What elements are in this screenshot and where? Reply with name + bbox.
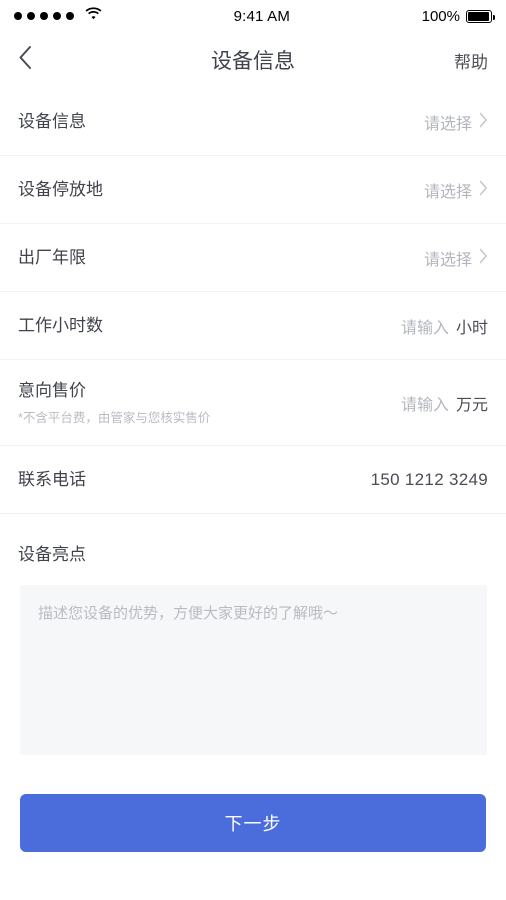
row-value-wrap: 150 1212 3249 [371,470,488,490]
submit-bar: 下一步 [0,794,506,852]
device-highlights-textarea[interactable]: 描述您设备的优势，方便大家更好的了解哦～ [20,585,487,755]
row-label: 出厂年限 [18,247,86,267]
device-highlights-label: 设备亮点 [18,545,86,564]
battery-full-icon [466,9,495,23]
contact-phone-value[interactable]: 150 1212 3249 [371,470,488,490]
device-highlights-placeholder: 描述您设备的优势，方便大家更好的了解哦～ [38,605,339,622]
row-label: 工作小时数 [18,315,103,335]
row-label: 意向售价 [18,380,86,400]
row-value-wrap: 请输入 小时 [401,314,488,338]
status-bar-time: 9:41 AM [233,7,291,25]
row-label: 设备停放地 [18,179,103,199]
status-bar-right: 100% [421,7,495,25]
back-button[interactable] [18,40,58,80]
row-value: 请选择 [423,116,472,133]
navigation-bar: 设备信息 帮助 [0,32,506,88]
row-label-wrap: 出厂年限 [18,247,424,270]
row-value: 请选择 [423,252,472,269]
row-unit: 小时 [455,320,488,337]
chevron-left-icon [18,45,33,75]
battery-percent-label: 100% [421,7,460,25]
status-bar-left [14,7,102,25]
form-row-device-location[interactable]: 设备停放地 请选择 [0,156,506,224]
device-info-screen: 9:41 AM 100% 设备信息 帮助 设备信息 请选择 设备停放地 请选择 … [0,0,506,900]
form-row-working-hours[interactable]: 工作小时数 请输入 小时 [0,292,506,360]
row-label: 联系电话 [18,469,86,489]
form-row-device-info[interactable]: 设备信息 请选择 [0,88,506,156]
row-label-wrap: 工作小时数 [18,315,401,338]
wifi-icon [85,7,102,25]
chevron-right-icon [479,112,488,133]
working-hours-input[interactable]: 请输入 [401,314,449,338]
page-title: 设备信息 [211,50,295,73]
row-sublabel: *不含平台费，由管家与您核实售价 [18,410,211,425]
row-label: 设备信息 [18,111,86,131]
form-row-expected-price[interactable]: 意向售价 *不含平台费，由管家与您核实售价 请输入 万元 [0,360,506,446]
row-label-wrap: 联系电话 [18,469,371,492]
status-bar: 9:41 AM 100% [0,0,506,32]
row-label-wrap: 设备停放地 [18,179,424,202]
row-value-wrap: 请选择 [424,110,488,134]
row-value: 请选择 [423,184,472,201]
row-value-wrap: 请输入 万元 [401,391,488,415]
help-button[interactable]: 帮助 [454,48,488,73]
form-row-manufacture-year[interactable]: 出厂年限 请选择 [0,224,506,292]
chevron-right-icon [479,248,488,269]
next-step-button[interactable]: 下一步 [20,794,486,852]
row-value-wrap: 请选择 [424,246,488,270]
form-row-contact-phone[interactable]: 联系电话 150 1212 3249 [0,446,506,514]
row-value-wrap: 请选择 [424,178,488,202]
device-info-form: 设备信息 请选择 设备停放地 请选择 出厂年限 请选择 工作小时数 请输入 小时… [0,88,506,514]
signal-strength-icon [14,12,74,20]
device-highlights-section: 设备亮点 描述您设备的优势，方便大家更好的了解哦～ [0,525,506,755]
chevron-right-icon [479,180,488,201]
row-unit: 万元 [455,397,488,414]
row-label-wrap: 意向售价 *不含平台费，由管家与您核实售价 [18,380,401,426]
expected-price-input[interactable]: 请输入 [401,391,449,415]
row-label-wrap: 设备信息 [18,111,424,134]
